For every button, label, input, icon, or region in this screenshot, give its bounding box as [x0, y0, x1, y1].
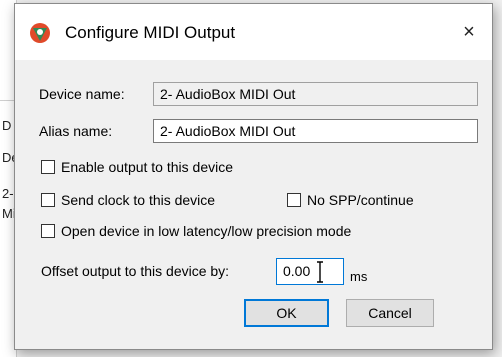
alias-name-input[interactable] [153, 119, 478, 143]
checkbox-box[interactable] [41, 160, 55, 174]
title-bar[interactable]: Configure MIDI Output × [15, 4, 492, 60]
offset-unit-label: ms [350, 269, 368, 284]
reaper-logo-icon [30, 23, 50, 43]
enable-output-label: Enable output to this device [61, 159, 234, 175]
alias-name-label: Alias name: [39, 123, 113, 139]
no-spp-checkbox[interactable]: No SPP/continue [287, 192, 414, 208]
checkbox-box[interactable] [41, 193, 55, 207]
text-cursor-icon [317, 261, 323, 283]
close-button[interactable]: × [446, 4, 492, 60]
device-name-label: Device name: [39, 86, 125, 102]
configure-midi-output-dialog: Configure MIDI Output × Device name: 2- … [14, 3, 493, 350]
low-latency-label: Open device in low latency/low precision… [61, 223, 352, 239]
close-icon: × [463, 20, 475, 43]
enable-output-checkbox[interactable]: Enable output to this device [41, 159, 233, 175]
cancel-button[interactable]: Cancel [346, 299, 434, 327]
checkbox-box[interactable] [287, 193, 301, 207]
dialog-title: Configure MIDI Output [65, 23, 236, 42]
send-clock-label: Send clock to this device [61, 192, 216, 208]
send-clock-checkbox[interactable]: Send clock to this device [41, 192, 215, 208]
offset-input[interactable]: 0.00 [276, 258, 344, 285]
background-text: 2- [2, 186, 14, 201]
low-latency-checkbox[interactable]: Open device in low latency/low precision… [41, 223, 351, 239]
background-text: D [2, 118, 12, 133]
ok-button[interactable]: OK [244, 299, 329, 327]
checkbox-box[interactable] [41, 224, 55, 238]
device-name-field: 2- AudioBox MIDI Out [153, 82, 478, 106]
offset-label: Offset output to this device by: [41, 263, 230, 279]
no-spp-label: No SPP/continue [307, 192, 414, 208]
